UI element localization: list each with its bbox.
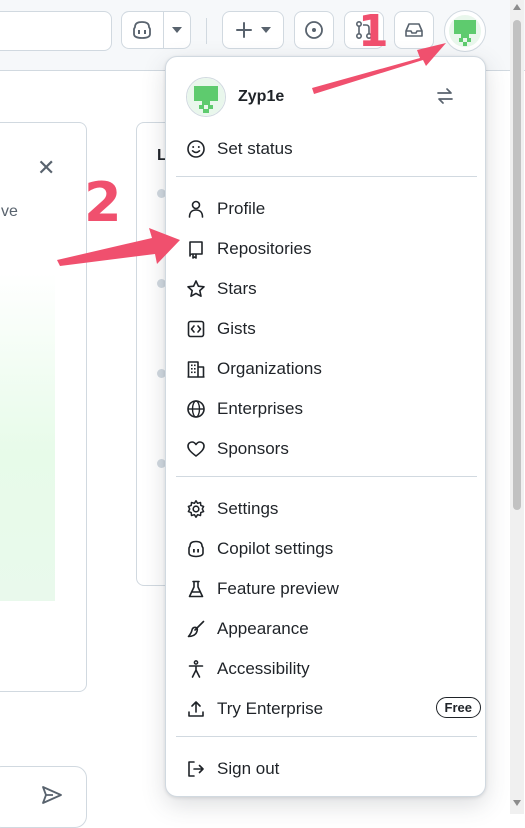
menu-divider xyxy=(176,176,477,177)
menu-item-gists[interactable]: Gists xyxy=(178,309,475,349)
scroll-down-arrow-icon[interactable] xyxy=(513,800,521,806)
avatar-icon xyxy=(187,78,225,116)
copilot-icon xyxy=(132,21,151,39)
menu-item-copilot-settings[interactable]: Copilot settings xyxy=(178,529,475,569)
page-scrollbar[interactable] xyxy=(510,0,524,814)
menu-item-appearance[interactable]: Appearance xyxy=(178,609,475,649)
person-icon xyxy=(186,199,206,219)
menu-item-sign-out[interactable]: Sign out xyxy=(178,749,475,789)
menu-item-label: Feature preview xyxy=(217,579,339,598)
menu-item-label: Copilot settings xyxy=(217,539,334,558)
inbox-icon xyxy=(405,23,423,37)
send-icon[interactable] xyxy=(41,785,63,805)
copilot-button[interactable] xyxy=(121,11,191,49)
menu-item-label: Settings xyxy=(217,499,279,518)
card-text-fragment: ve xyxy=(1,203,18,220)
menu-item-repositories[interactable]: Repositories xyxy=(178,229,475,269)
create-new-button[interactable] xyxy=(222,11,284,49)
free-badge: Free xyxy=(435,697,481,718)
gear-icon xyxy=(186,499,206,519)
paintbrush-icon xyxy=(186,619,206,639)
issue-icon xyxy=(305,21,323,39)
sign-out-icon xyxy=(186,759,206,779)
upload-icon xyxy=(186,699,206,719)
chevron-down-icon xyxy=(261,27,271,33)
menu-item-label: Sign out xyxy=(217,759,280,778)
scroll-up-arrow-icon[interactable] xyxy=(513,4,521,10)
menu-item-label: Stars xyxy=(217,279,257,298)
inbox-button[interactable] xyxy=(394,11,434,49)
annotation-step-2: 2 xyxy=(84,171,122,234)
menu-divider xyxy=(176,736,477,737)
menu-item-sponsors[interactable]: Sponsors xyxy=(178,429,475,469)
menu-item-try-enterprise[interactable]: Try Enterprise Free xyxy=(178,689,481,729)
copilot-icon xyxy=(186,539,206,559)
avatar xyxy=(449,15,481,47)
smiley-icon xyxy=(186,139,206,159)
menu-username: Zyp1e xyxy=(238,88,285,105)
menu-item-feature-preview[interactable]: Feature preview xyxy=(178,569,475,609)
globe-icon xyxy=(186,399,206,419)
plus-icon xyxy=(236,22,252,38)
menu-item-label: Set status xyxy=(217,139,293,158)
menu-item-profile[interactable]: Profile xyxy=(178,189,475,229)
user-menu-dropdown: Zyp1e Set status Profile Repositories Stars… xyxy=(165,56,486,797)
menu-item-accessibility[interactable]: Accessibility xyxy=(178,649,475,689)
user-avatar-button[interactable] xyxy=(444,10,486,52)
menu-divider xyxy=(176,476,477,477)
search-input[interactable] xyxy=(0,11,112,51)
accessibility-icon xyxy=(186,659,206,679)
heart-icon xyxy=(186,439,206,459)
chevron-down-icon xyxy=(171,27,182,33)
menu-item-label: Organizations xyxy=(217,359,322,378)
menu-item-settings[interactable]: Settings xyxy=(178,489,475,529)
menu-item-label: Sponsors xyxy=(217,439,289,458)
code-square-icon xyxy=(186,319,206,339)
menu-item-enterprises[interactable]: Enterprises xyxy=(178,389,475,429)
beaker-icon xyxy=(186,579,206,599)
menu-item-label: Gists xyxy=(217,319,256,338)
star-icon xyxy=(186,279,206,299)
card-decorative-banner xyxy=(0,273,55,601)
menu-item-label: Appearance xyxy=(217,619,309,638)
annotation-step-1: 1 xyxy=(358,6,389,57)
repo-icon xyxy=(186,239,206,259)
menu-user-header: Zyp1e xyxy=(186,77,466,117)
menu-item-set-status[interactable]: Set status xyxy=(178,129,475,169)
menu-item-label: Repositories xyxy=(217,239,312,258)
menu-item-stars[interactable]: Stars xyxy=(178,269,475,309)
switch-account-icon[interactable] xyxy=(435,86,455,111)
chat-input[interactable] xyxy=(0,766,87,828)
organization-icon xyxy=(186,359,206,379)
menu-item-label: Try Enterprise xyxy=(217,699,324,718)
menu-item-label: Enterprises xyxy=(217,399,303,418)
dashboard-left-card: ✕ ve xyxy=(0,122,87,692)
scrollbar-thumb[interactable] xyxy=(513,20,521,510)
menu-item-label: Profile xyxy=(217,199,266,218)
header-divider xyxy=(206,18,207,44)
menu-avatar xyxy=(186,77,226,117)
close-icon[interactable]: ✕ xyxy=(37,155,55,181)
issues-button[interactable] xyxy=(294,11,334,49)
menu-item-organizations[interactable]: Organizations xyxy=(178,349,475,389)
menu-item-label: Accessibility xyxy=(217,659,310,678)
